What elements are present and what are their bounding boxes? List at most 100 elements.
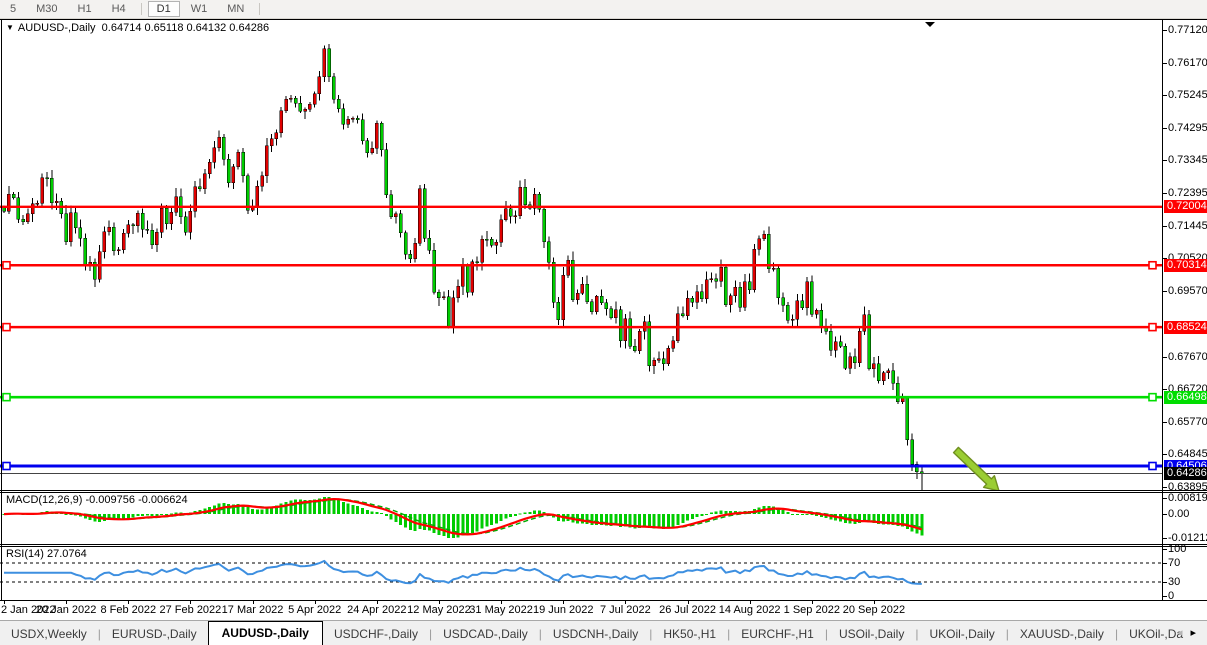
macd-bar bbox=[791, 514, 794, 515]
macd-bar bbox=[806, 514, 809, 515]
line-handle[interactable] bbox=[3, 463, 10, 470]
macd-bar bbox=[504, 514, 507, 519]
date-axis-label: 19 Jun 2022 bbox=[528, 604, 598, 616]
timeframe-button-d1[interactable]: D1 bbox=[148, 1, 180, 17]
chart-dropdown-icon[interactable]: ▼ bbox=[6, 23, 14, 32]
macd-bar bbox=[476, 514, 479, 531]
candlestick bbox=[829, 331, 832, 350]
tab-eurusd-daily[interactable]: EURUSD-,Daily bbox=[101, 623, 208, 645]
candlestick bbox=[323, 49, 326, 77]
macd-bar bbox=[920, 514, 923, 535]
tab-hk50-h1[interactable]: HK50-,H1 bbox=[652, 623, 727, 645]
timeframe-button-w1[interactable]: W1 bbox=[182, 1, 217, 17]
price-axis-tick bbox=[1163, 30, 1167, 31]
candlestick bbox=[863, 315, 866, 332]
date-axis: 2 Jan 202220 Jan 20228 Feb 202227 Feb 20… bbox=[0, 601, 1162, 619]
macd-bar bbox=[127, 514, 130, 518]
candlestick bbox=[198, 187, 201, 189]
timeframe-button-m30[interactable]: M30 bbox=[27, 1, 66, 17]
macd-bar bbox=[347, 504, 350, 515]
date-axis-label: 1 Sep 2022 bbox=[777, 604, 847, 616]
line-handle[interactable] bbox=[1149, 463, 1156, 470]
line-handle[interactable] bbox=[1149, 394, 1156, 401]
macd-rsi-splitter[interactable] bbox=[0, 544, 1207, 545]
tab-eurchf-h1[interactable]: EURCHF-,H1 bbox=[730, 623, 825, 645]
macd-axis-label: 0.008197 bbox=[1168, 492, 1207, 504]
tab-usdcad-daily[interactable]: USDCAD-,Daily bbox=[432, 623, 539, 645]
macd-bar bbox=[385, 514, 388, 516]
timeframe-button-h4[interactable]: H4 bbox=[103, 1, 135, 17]
macd-bar bbox=[519, 513, 522, 514]
symbol-tabbar: USDX,Weekly|EURUSD-,DailyAUDUSD-,DailyUS… bbox=[0, 620, 1207, 645]
timeframe-button-h1[interactable]: H1 bbox=[69, 1, 101, 17]
candlestick bbox=[720, 267, 723, 281]
timeframe-button-mn[interactable]: MN bbox=[218, 1, 253, 17]
candlestick bbox=[820, 310, 823, 326]
horizontal-line-0.66498[interactable] bbox=[0, 394, 1162, 401]
candlestick bbox=[461, 266, 464, 286]
tab-audusd-daily[interactable]: AUDUSD-,Daily bbox=[208, 621, 323, 645]
horizontal-line-0.64506[interactable] bbox=[0, 463, 1162, 470]
line-handle[interactable] bbox=[1149, 262, 1156, 269]
tab-usoil-daily[interactable]: USOil-,Daily bbox=[828, 623, 915, 645]
candlestick bbox=[414, 243, 417, 259]
macd-bar bbox=[289, 500, 292, 514]
line-handle[interactable] bbox=[3, 324, 10, 331]
macd-bar bbox=[911, 514, 914, 531]
timeframe-button-5[interactable]: 5 bbox=[1, 1, 25, 17]
candlestick bbox=[763, 234, 766, 238]
rsi-panel-canvas[interactable] bbox=[0, 545, 1162, 600]
line-handle[interactable] bbox=[3, 394, 10, 401]
candlestick bbox=[739, 287, 742, 307]
macd-bar bbox=[146, 514, 149, 516]
macd-bar bbox=[437, 514, 440, 535]
candlestick bbox=[576, 293, 579, 300]
candlestick bbox=[117, 250, 120, 251]
line-handle[interactable] bbox=[3, 262, 10, 269]
candlestick bbox=[132, 225, 135, 226]
down-arrow-annotation[interactable] bbox=[954, 447, 999, 490]
candlestick bbox=[547, 242, 550, 262]
rsi-line bbox=[4, 561, 922, 584]
candlestick bbox=[715, 279, 718, 282]
chart-macd-splitter[interactable] bbox=[0, 490, 1207, 491]
macd-bar bbox=[337, 500, 340, 514]
horizontal-line-0.70314[interactable] bbox=[0, 262, 1162, 269]
macd-bar bbox=[471, 514, 474, 533]
candlestick bbox=[858, 331, 861, 362]
candlestick bbox=[882, 373, 885, 381]
candlestick bbox=[681, 314, 684, 316]
macd-bar bbox=[586, 514, 589, 524]
line-handle[interactable] bbox=[1149, 324, 1156, 331]
price-chart-canvas[interactable] bbox=[0, 20, 1162, 490]
horizontal-line-0.68524[interactable] bbox=[0, 324, 1162, 331]
candlestick bbox=[351, 118, 354, 119]
tab-scroll-left-icon[interactable]: ◂ bbox=[1177, 627, 1191, 639]
candlestick bbox=[700, 292, 703, 299]
macd-bar bbox=[681, 514, 684, 523]
macd-bar bbox=[720, 510, 723, 514]
rsi-axis-tick bbox=[1163, 582, 1167, 583]
tab-usdx-weekly[interactable]: USDX,Weekly bbox=[0, 623, 98, 645]
tab-ukoil-daily[interactable]: UKOil-,Daily bbox=[918, 623, 1005, 645]
tab-usdcnh-daily[interactable]: USDCNH-,Daily bbox=[542, 623, 649, 645]
macd-bar bbox=[404, 514, 407, 528]
rsi-label: RSI(14) 27.0764 bbox=[6, 548, 87, 560]
chart-shift-marker-icon[interactable] bbox=[925, 22, 935, 27]
price-axis-label: 0.73345 bbox=[1168, 154, 1207, 166]
tab-xauusd-daily[interactable]: XAUUSD-,Daily bbox=[1009, 623, 1115, 645]
candlestick bbox=[46, 178, 49, 179]
candlestick bbox=[748, 282, 751, 290]
macd-bar bbox=[371, 512, 374, 514]
rsi-axis-label: 30 bbox=[1168, 576, 1180, 588]
candlestick bbox=[849, 357, 852, 368]
candlestick bbox=[237, 152, 240, 167]
date-axis-label: 26 Jul 2022 bbox=[653, 604, 723, 616]
macd-bar bbox=[676, 514, 679, 525]
candlestick bbox=[328, 49, 331, 77]
candlestick bbox=[246, 176, 249, 210]
macd-bar bbox=[366, 510, 369, 514]
toolbar-separator bbox=[141, 3, 142, 15]
tab-scroll-right-icon[interactable]: ▸ bbox=[1190, 627, 1204, 639]
tab-usdchf-daily[interactable]: USDCHF-,Daily bbox=[323, 623, 429, 645]
